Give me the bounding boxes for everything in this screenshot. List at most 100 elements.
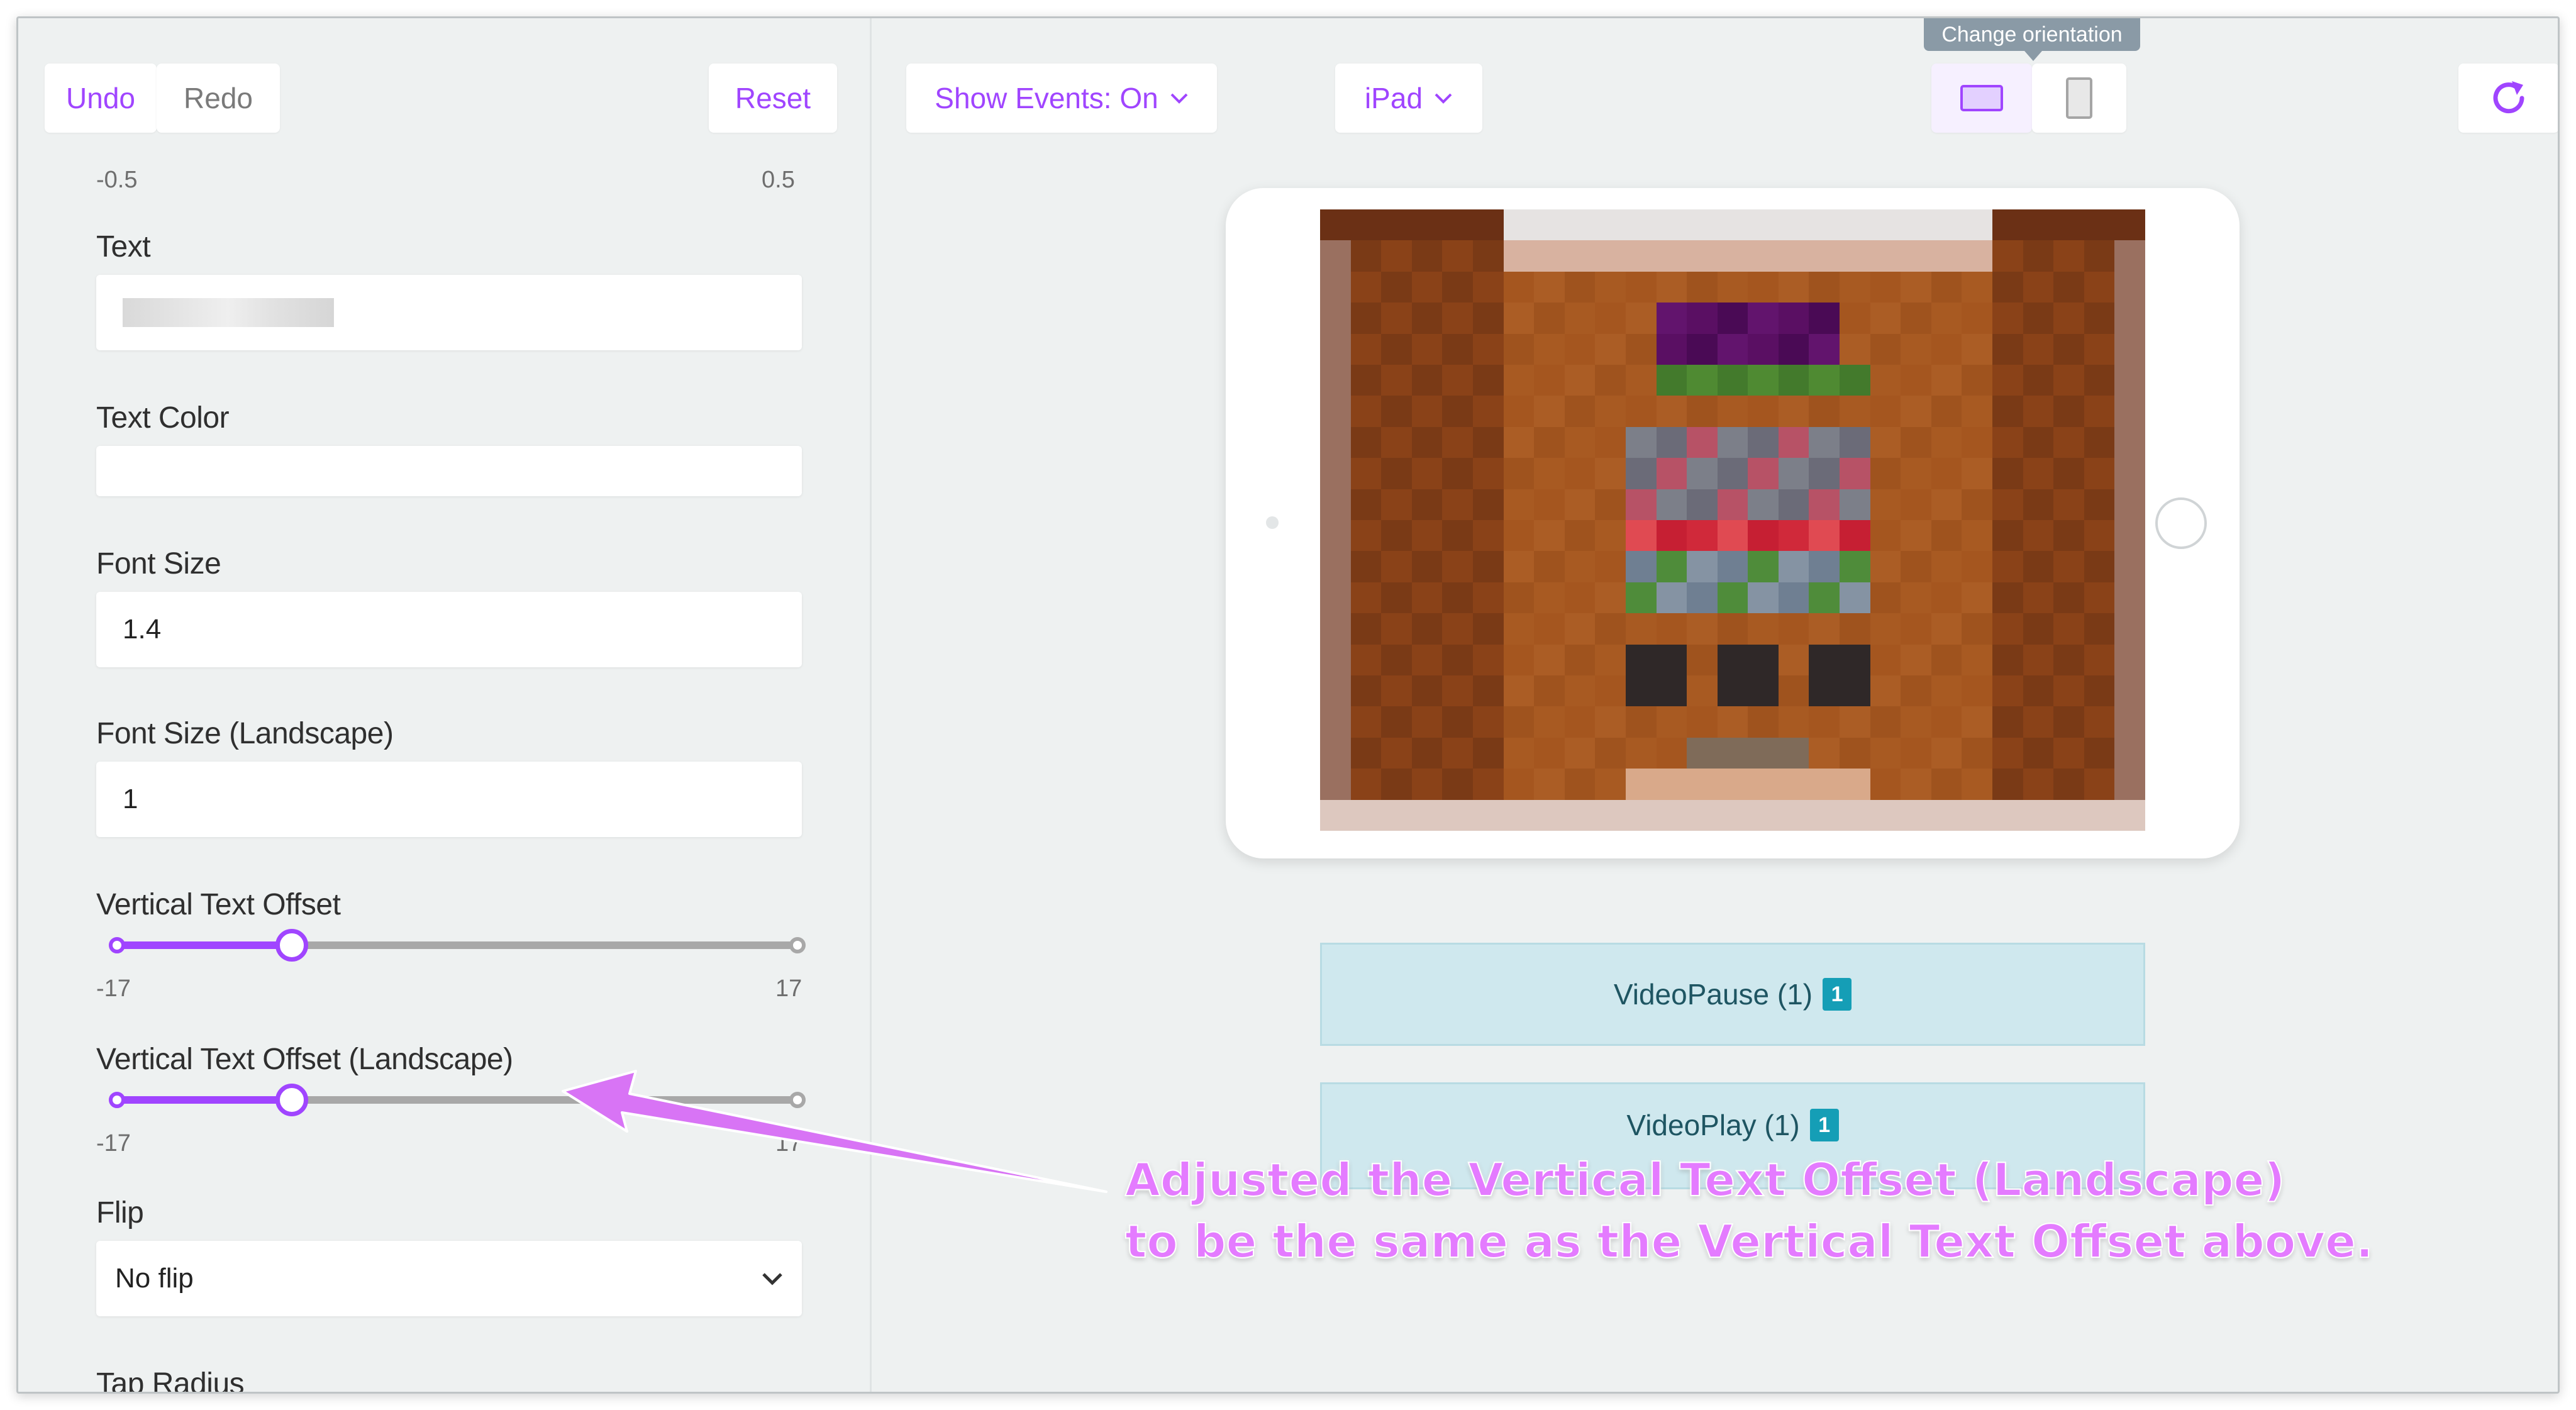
video-pixel — [1411, 769, 1443, 800]
video-pixel — [1625, 458, 1657, 489]
range-min-label: -0.5 — [96, 167, 138, 193]
video-pixel — [1534, 333, 1565, 365]
video-pixel — [1381, 644, 1412, 675]
video-pixel — [1687, 551, 1718, 582]
video-pixel — [1778, 737, 1809, 769]
font-size-input[interactable]: 1.4 — [96, 592, 802, 667]
video-pixel — [2053, 799, 2084, 831]
video-pixel — [1472, 799, 1504, 831]
video-pixel — [1870, 551, 1901, 582]
video-pixel — [1962, 613, 1993, 645]
video-pixel — [1717, 644, 1748, 675]
video-pixel — [1442, 209, 1473, 241]
video-pixel — [1748, 333, 1779, 365]
event-videopause[interactable]: VideoPause (1) 1 — [1320, 943, 2145, 1046]
flip-select[interactable]: No flip — [96, 1241, 802, 1316]
text-color-field[interactable] — [96, 446, 802, 496]
video-pixel — [2084, 209, 2115, 241]
text-input[interactable] — [96, 275, 802, 350]
video-pixel — [1320, 644, 1351, 675]
video-pixel — [2084, 769, 2115, 800]
video-pixel — [1809, 426, 1840, 458]
video-pixel — [1503, 240, 1535, 272]
video-pixel — [1748, 551, 1779, 582]
video-pixel — [1992, 303, 2023, 334]
video-pixel — [1717, 737, 1748, 769]
video-pixel — [1503, 209, 1535, 241]
portrait-button[interactable] — [2032, 64, 2126, 133]
video-pixel — [1503, 644, 1535, 675]
video-pixel — [1625, 551, 1657, 582]
video-pixel — [2114, 458, 2145, 489]
video-pixel — [1840, 520, 1870, 552]
landscape-button[interactable] — [1931, 64, 2032, 133]
video-pixel — [1992, 489, 2023, 520]
undo-button[interactable]: Undo — [45, 64, 157, 133]
video-pixel — [1809, 396, 1840, 427]
video-pixel — [1656, 333, 1687, 365]
annotation-line-2: to be the same as the Vertical Text Offs… — [1124, 1214, 2373, 1268]
video-pixel — [1595, 520, 1626, 552]
video-pixel — [1840, 333, 1870, 365]
chevron-down-icon — [1170, 93, 1188, 104]
video-pixel — [1320, 737, 1351, 769]
home-button — [2155, 497, 2207, 549]
video-pixel — [1931, 644, 1962, 675]
video-pixel — [1870, 613, 1901, 645]
video-pixel — [1901, 799, 1931, 831]
video-pixel — [2053, 582, 2084, 614]
vertical-offset-label: Vertical Text Offset — [96, 888, 341, 921]
font-size-landscape-input[interactable]: 1 — [96, 762, 802, 837]
video-pixel — [1778, 769, 1809, 800]
video-pixel — [2114, 489, 2145, 520]
reset-button[interactable]: Reset — [709, 64, 837, 133]
video-pixel — [1472, 520, 1504, 552]
video-pixel — [1472, 209, 1504, 241]
video-pixel — [1840, 675, 1870, 707]
video-pixel — [1625, 489, 1657, 520]
show-events-dropdown[interactable]: Show Events: On — [906, 64, 1217, 133]
video-pixel — [1595, 799, 1626, 831]
video-pixel — [1656, 271, 1687, 303]
font-size-landscape-value: 1 — [123, 784, 138, 814]
video-pixel — [1472, 675, 1504, 707]
video-pixel — [1870, 458, 1901, 489]
redo-label: Redo — [184, 82, 253, 114]
video-pixel — [1870, 365, 1901, 396]
video-pixel — [1931, 426, 1962, 458]
video-pixel — [1503, 396, 1535, 427]
video-pixel — [1503, 675, 1535, 707]
video-pixel — [1534, 396, 1565, 427]
video-pixel — [2023, 489, 2054, 520]
video-pixel — [1534, 706, 1565, 738]
video-pixel — [1320, 271, 1351, 303]
preview-screen[interactable] — [1320, 209, 2145, 831]
video-pixel — [1411, 675, 1443, 707]
video-pixel — [1411, 613, 1443, 645]
slider-thumb[interactable] — [275, 1084, 308, 1116]
device-dropdown[interactable]: iPad — [1335, 64, 1482, 133]
video-pixel — [1656, 737, 1687, 769]
vertical-offset-landscape-slider[interactable] — [109, 1084, 806, 1116]
video-pixel — [1687, 303, 1718, 334]
video-pixel — [1472, 271, 1504, 303]
video-pixel — [1564, 737, 1596, 769]
video-pixel — [1992, 240, 2023, 272]
slider-min-end — [109, 937, 125, 953]
video-pixel — [1625, 396, 1657, 427]
video-pixel — [1809, 240, 1840, 272]
video-pixel — [1411, 489, 1443, 520]
video-pixel — [2084, 613, 2115, 645]
video-pixel — [1840, 240, 1870, 272]
video-pixel — [1840, 365, 1870, 396]
video-pixel — [2053, 769, 2084, 800]
video-pixel — [1687, 240, 1718, 272]
vertical-offset-slider[interactable] — [109, 929, 806, 962]
video-pixel — [1656, 644, 1687, 675]
redo-button[interactable]: Redo — [157, 64, 280, 133]
slider-thumb[interactable] — [275, 929, 308, 962]
video-pixel — [1656, 799, 1687, 831]
video-pixel — [1992, 769, 2023, 800]
refresh-button[interactable] — [2458, 64, 2558, 133]
video-pixel — [1595, 582, 1626, 614]
